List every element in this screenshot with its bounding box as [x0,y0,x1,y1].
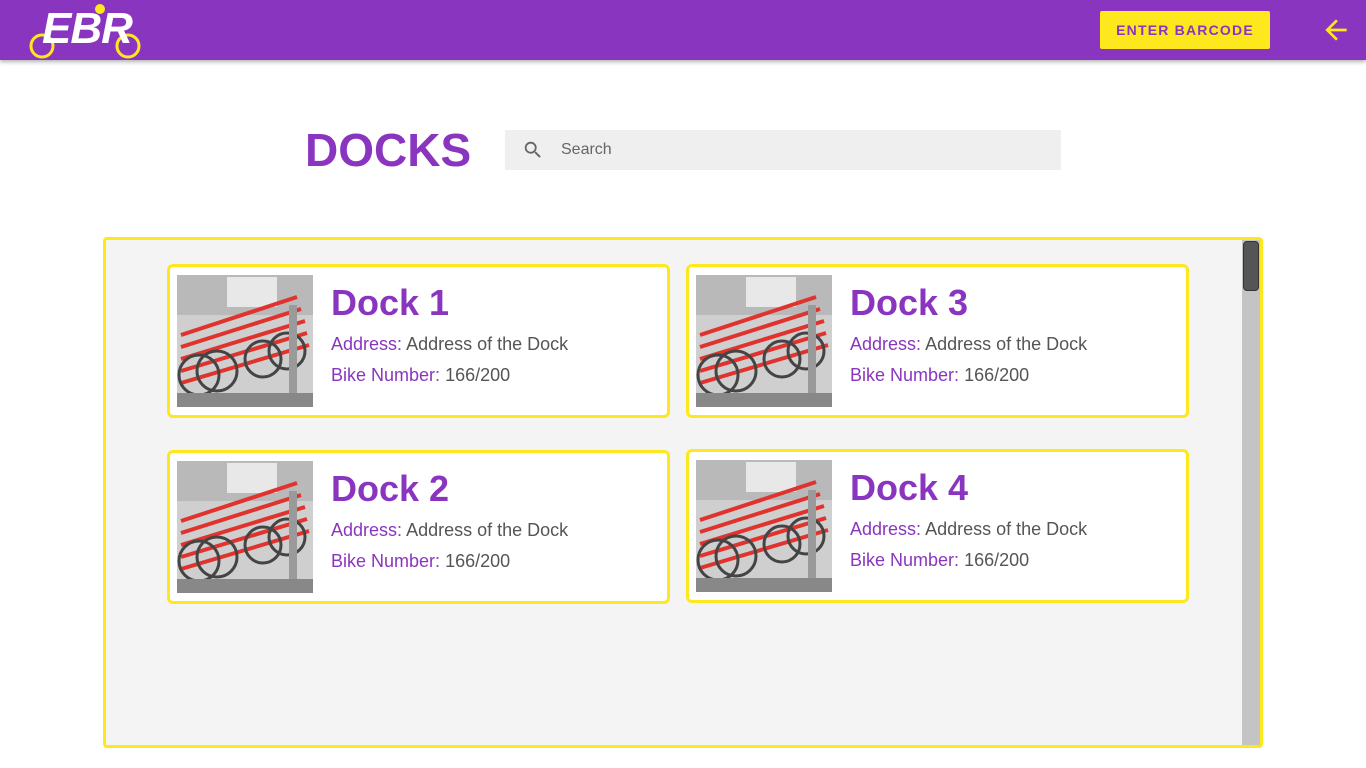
arrow-left-icon [1325,19,1347,41]
page-title: DOCKS [305,124,472,176]
search-icon [505,130,561,170]
search-bar[interactable] [505,130,1061,170]
ebr-logo[interactable]: EBR [28,2,146,60]
back-button[interactable] [1316,10,1356,50]
dock-image [696,460,832,592]
dock-bike-count: Bike Number: 166/200 [850,550,1030,570]
scrollbar-thumb[interactable] [1243,241,1259,291]
dock-image [177,275,313,407]
dock-name: Dock 2 [331,468,450,509]
dock-card[interactable]: Dock 2 Address: Address of the Dock Bike… [167,450,670,604]
dock-card[interactable]: Dock 1 Address: Address of the Dock Bike… [167,264,670,418]
dock-name: Dock 4 [850,467,969,508]
dock-bike-count: Bike Number: 166/200 [850,365,1030,385]
dock-card[interactable]: Dock 4 Address: Address of the Dock Bike… [686,449,1189,603]
dock-address: Address: Address of the Dock [331,334,569,354]
search-input[interactable] [561,130,1041,170]
dock-list-scrollbar[interactable] [1242,240,1260,745]
dock-address: Address: Address of the Dock [850,334,1088,354]
dock-name: Dock 1 [331,282,450,323]
enter-barcode-button[interactable]: ENTER BARCODE [1100,11,1270,49]
dock-address: Address: Address of the Dock [331,520,569,540]
dock-card[interactable]: Dock 3 Address: Address of the Dock Bike… [686,264,1189,418]
logo-text: EBR [42,4,133,53]
dock-bike-count: Bike Number: 166/200 [331,365,511,385]
dock-image [177,461,313,593]
dock-bike-count: Bike Number: 166/200 [331,551,511,571]
dock-image [696,275,832,407]
dock-address: Address: Address of the Dock [850,519,1088,539]
dock-name: Dock 3 [850,282,969,323]
top-app-bar: EBR ENTER BARCODE [0,0,1366,60]
